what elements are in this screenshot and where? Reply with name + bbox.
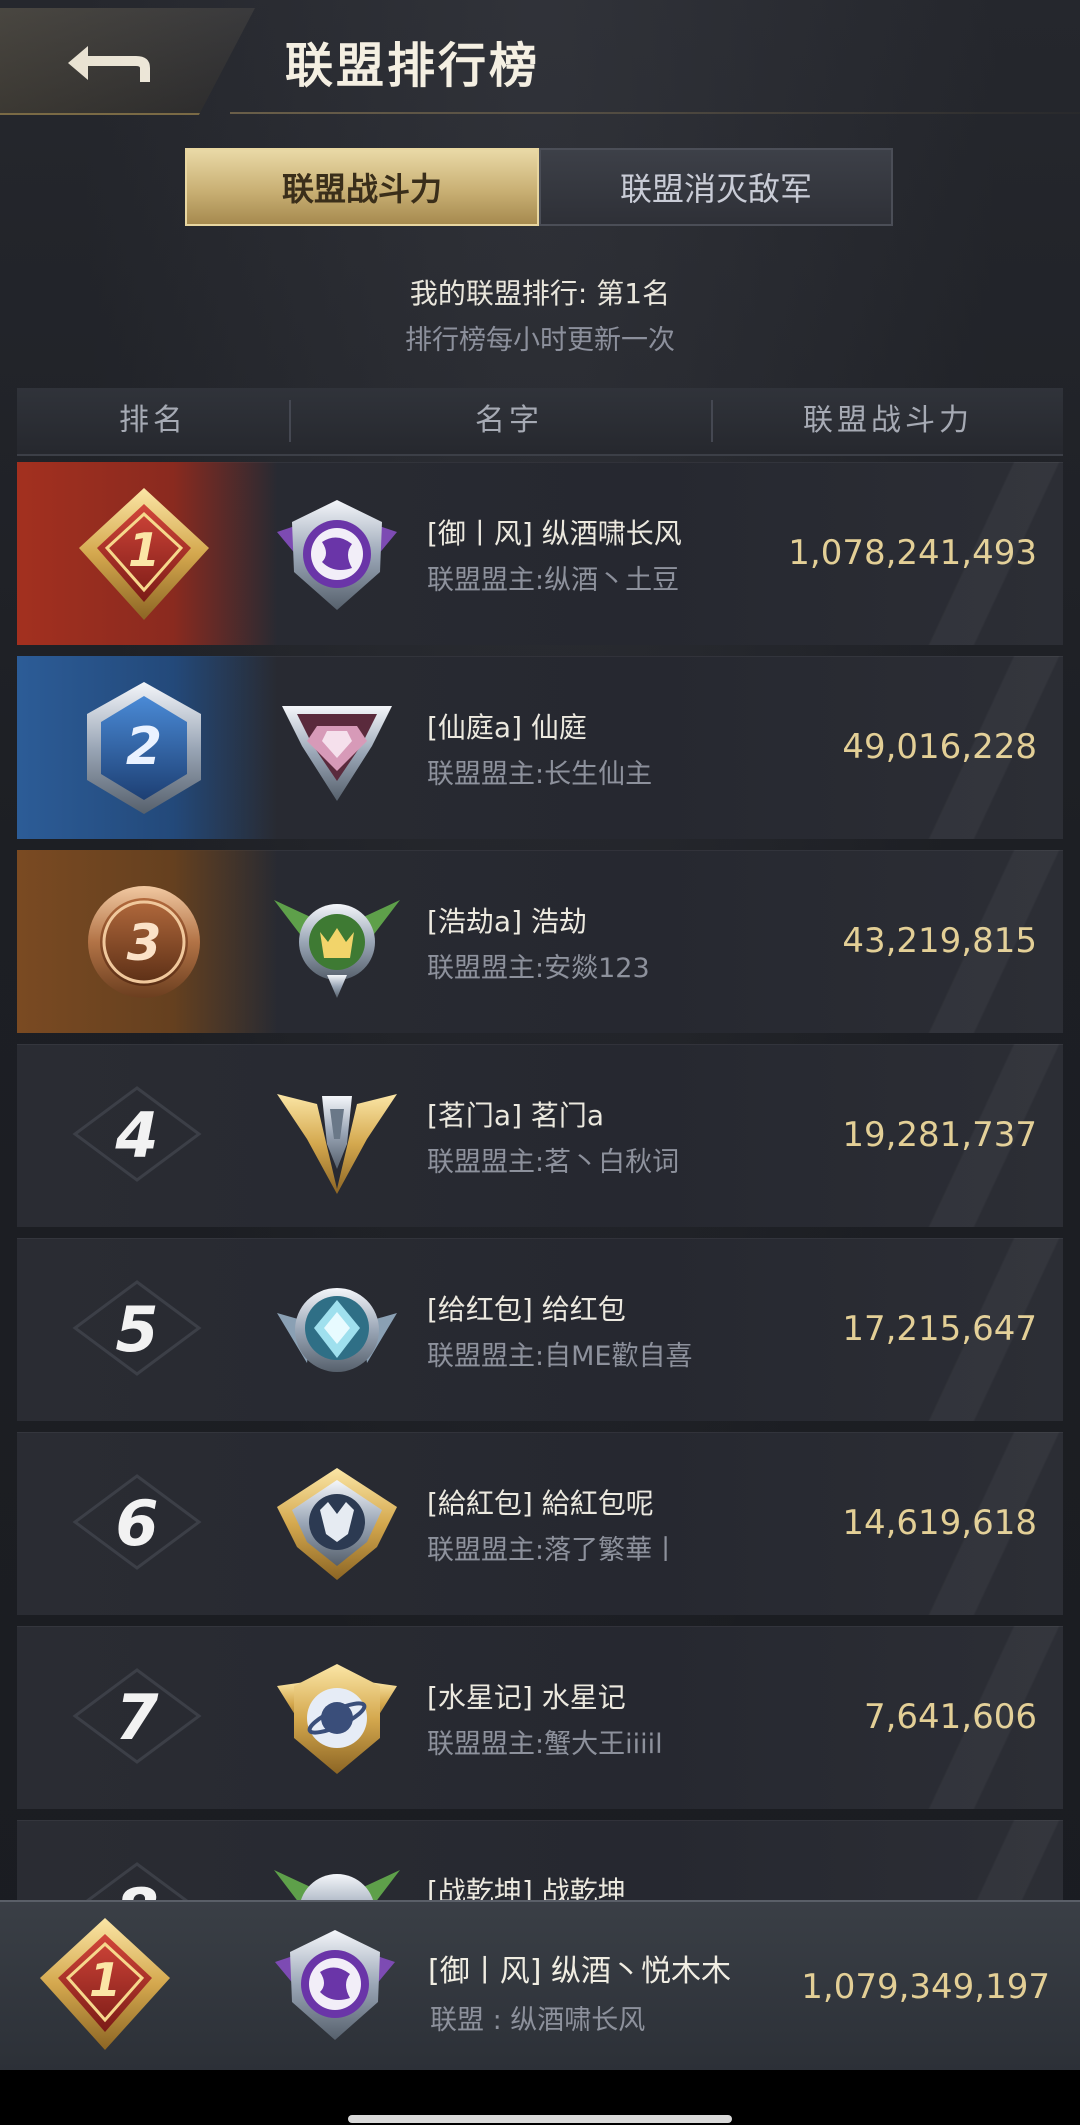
alliance-emblem-icon [277,500,397,610]
home-indicator[interactable] [348,2115,732,2123]
alliance-name: [浩劫a] 浩劫 [427,905,587,938]
silver-rank-medal-icon: 2 [87,682,201,814]
alliance-leader: 联盟盟主:长生仙主 [427,759,653,790]
my-alliance-power: 1,079,349,197 [801,1967,1050,2007]
alliance-emblem-icon [282,706,392,801]
alliance-leader: 联盟盟主:安燚123 [427,953,650,984]
header: 联盟排行榜 [0,0,1080,120]
svg-text:2: 2 [126,717,162,777]
table-row[interactable]: 5 [给红包] 给红包 联盟盟主:自ME歡自喜 17,215,647 [17,1238,1063,1421]
alliance-name: [給紅包] 給紅包呢 [427,1487,654,1520]
alliance-name: [仙庭a] 仙庭 [427,711,587,744]
alliance-leader: 联盟盟主:自ME歡自喜 [427,1341,693,1372]
svg-text:1: 1 [128,523,160,577]
table-header: 排名 名字 联盟战斗力 [17,388,1063,456]
alliance-power: 43,219,815 [842,921,1037,961]
rank-number: 7 [115,1681,159,1754]
bronze-rank-medal-icon: 3 [88,886,200,998]
rank-number: 6 [115,1487,159,1560]
alliance-name: [御丨风] 纵酒啸长风 [427,517,682,550]
my-alliance-bar[interactable]: 1 [御丨风] 纵酒丶悦木木 联盟 : 纵酒啸长风 1,079,349,197 [0,1900,1080,2072]
column-power: 联盟战斗力 [803,403,973,438]
tab-alliance-kills[interactable]: 联盟消灭敌军 [539,148,893,226]
update-note: 排行榜每小时更新一次 [405,325,675,356]
my-member-name: [御丨风] 纵酒丶悦木木 [428,1954,731,1989]
tab-alliance-power[interactable]: 联盟战斗力 [185,148,539,226]
alliance-power: 7,641,606 [863,1697,1037,1737]
table-row[interactable]: 7 [水星记] 水星记 联盟盟主:蟹大王iiiil 7,641,606 [17,1626,1063,1809]
header-divider [230,112,1080,114]
alliance-name: [水星记] 水星记 [427,1681,626,1714]
table-row[interactable]: 3 [浩劫a] 浩劫 联盟盟主:安燚123 43,219,815 [17,850,1063,1033]
tab-bar: 联盟战斗力 联盟消灭敌军 [185,148,893,226]
my-alliance-name: 联盟 : 纵酒啸长风 [430,2005,646,2036]
alliance-name: [茗门a] 茗门a [427,1099,605,1132]
alliance-leader: 联盟盟主:纵酒丶土豆 [427,565,680,596]
alliance-emblem-icon [275,1930,395,2040]
rank-number: 4 [115,1099,159,1172]
alliance-emblem-icon [277,1468,397,1580]
alliance-leader: 联盟盟主:落了繁華丨 [427,1535,680,1566]
alliance-power: 14,619,618 [842,1503,1037,1543]
alliance-power: 17,215,647 [842,1309,1037,1349]
gold-rank-medal-icon: 1 [79,488,209,620]
alliance-emblem-icon [274,900,400,998]
alliance-emblem-icon [277,1288,397,1372]
column-name: 名字 [475,403,543,438]
table-row[interactable]: 4 [茗门a] 茗门a 联盟盟主:茗丶白秋词 19,281,737 [17,1044,1063,1227]
alliance-name: [给红包] 给红包 [427,1293,626,1326]
my-rank-text: 我的联盟排行: 第1名 [409,277,671,310]
svg-text:3: 3 [127,914,162,972]
alliance-emblem-icon [277,1094,397,1194]
alliance-power: 1,078,241,493 [788,533,1037,573]
alliance-emblem-icon [277,1664,397,1774]
column-rank: 排名 [119,403,187,438]
table-row[interactable]: 6 [給紅包] 給紅包呢 联盟盟主:落了繁華丨 14,619,618 [17,1432,1063,1615]
back-arrow-icon [68,46,150,82]
alliance-leader: 联盟盟主:茗丶白秋词 [427,1147,680,1178]
table-row[interactable]: 1 [御丨风] 纵酒啸长风 联盟盟主:纵酒丶土豆 1,078,241,493 [17,462,1063,645]
rank-number: 5 [115,1293,159,1366]
gold-rank-medal-icon: 1 [40,1918,170,2050]
alliance-leader: 联盟盟主:蟹大王iiiil [427,1729,663,1760]
table-row[interactable]: 2 [仙庭a] 仙庭 联盟盟主:长生仙主 49,016,228 [17,656,1063,839]
page-title: 联盟排行榜 [285,38,541,94]
alliance-power: 49,016,228 [842,727,1037,767]
svg-text:1: 1 [89,1953,121,2007]
back-button[interactable] [0,8,255,115]
alliance-power: 19,281,737 [842,1115,1037,1155]
